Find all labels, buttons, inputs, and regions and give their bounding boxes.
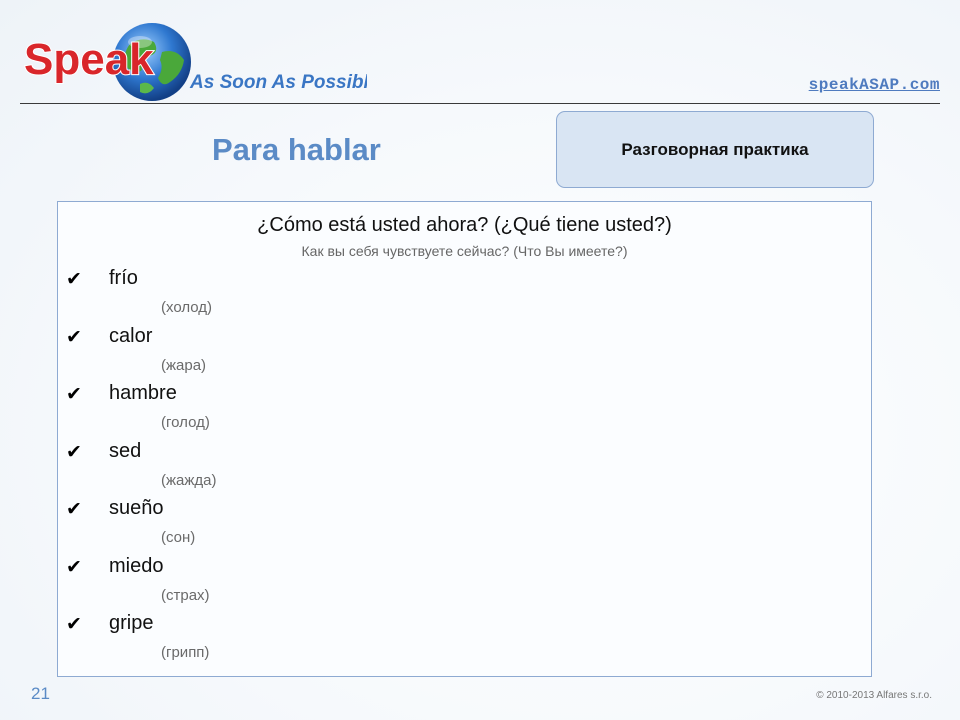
site-link[interactable]: speakASAP.com bbox=[809, 76, 940, 94]
checkmark-icon: ✔ bbox=[66, 269, 82, 290]
practice-label-box: Разговорная практика bbox=[556, 111, 874, 188]
vocab-translation: (грипп) bbox=[161, 644, 210, 661]
checkmark-icon: ✔ bbox=[66, 384, 82, 405]
question-translation: Как вы себя чувствуете сейчас? (Что Вы и… bbox=[301, 243, 628, 259]
vocab-term: gripe bbox=[109, 612, 154, 634]
page-title: Para hablar bbox=[212, 132, 381, 167]
vocab-term: sueño bbox=[109, 497, 164, 519]
vocabulary-panel: ¿Cómo está usted ahora? (¿Qué tiene uste… bbox=[57, 201, 872, 677]
checkmark-icon: ✔ bbox=[66, 326, 82, 348]
copyright-notice: © 2010-2013 Alfares s.r.o. bbox=[816, 690, 932, 701]
checkmark-icon: ✔ bbox=[66, 556, 82, 578]
checkmark-icon: ✔ bbox=[66, 614, 82, 635]
list-item: ✔ gripe (грипп) bbox=[58, 609, 871, 667]
list-item: ✔ calor (жара) bbox=[58, 322, 871, 380]
vocab-translation: (холод) bbox=[161, 299, 213, 316]
practice-label: Разговорная практика bbox=[621, 139, 809, 159]
list-item: ✔ miedo (страх) bbox=[58, 552, 871, 610]
vocab-translation: (сон) bbox=[161, 529, 196, 546]
header-divider bbox=[20, 103, 940, 104]
slide-number: 21 bbox=[31, 684, 50, 703]
vocab-translation: (страх) bbox=[161, 586, 210, 604]
logo-word: Speak bbox=[24, 35, 154, 84]
checkmark-icon: ✔ bbox=[66, 499, 82, 520]
vocab-term: hambre bbox=[109, 382, 177, 404]
vocab-translation: (жара) bbox=[161, 356, 207, 374]
list-item: ✔ hambre (голод) bbox=[58, 379, 871, 437]
speakasap-logo: Speak As Soon As Possible bbox=[22, 22, 380, 102]
logo-tagline: As Soon As Possible bbox=[189, 72, 367, 93]
question-text: ¿Cómo está usted ahora? (¿Qué tiene uste… bbox=[257, 214, 672, 236]
list-item: ✔ sed (жажда) bbox=[58, 437, 871, 495]
vocab-term: miedo bbox=[109, 554, 164, 577]
list-item: ✔ frío (холод) bbox=[58, 264, 871, 322]
vocab-term: calor bbox=[109, 324, 153, 347]
vocabulary-list: ✔ frío (холод) ✔ calor (жара) ✔ hambre (… bbox=[58, 264, 871, 667]
list-item: ✔ sueño (сон) bbox=[58, 494, 871, 552]
vocab-term: sed bbox=[109, 439, 142, 462]
checkmark-icon: ✔ bbox=[66, 441, 82, 463]
vocab-translation: (жажда) bbox=[161, 471, 217, 489]
vocab-term: frío bbox=[109, 267, 138, 289]
vocab-translation: (голод) bbox=[161, 414, 210, 431]
